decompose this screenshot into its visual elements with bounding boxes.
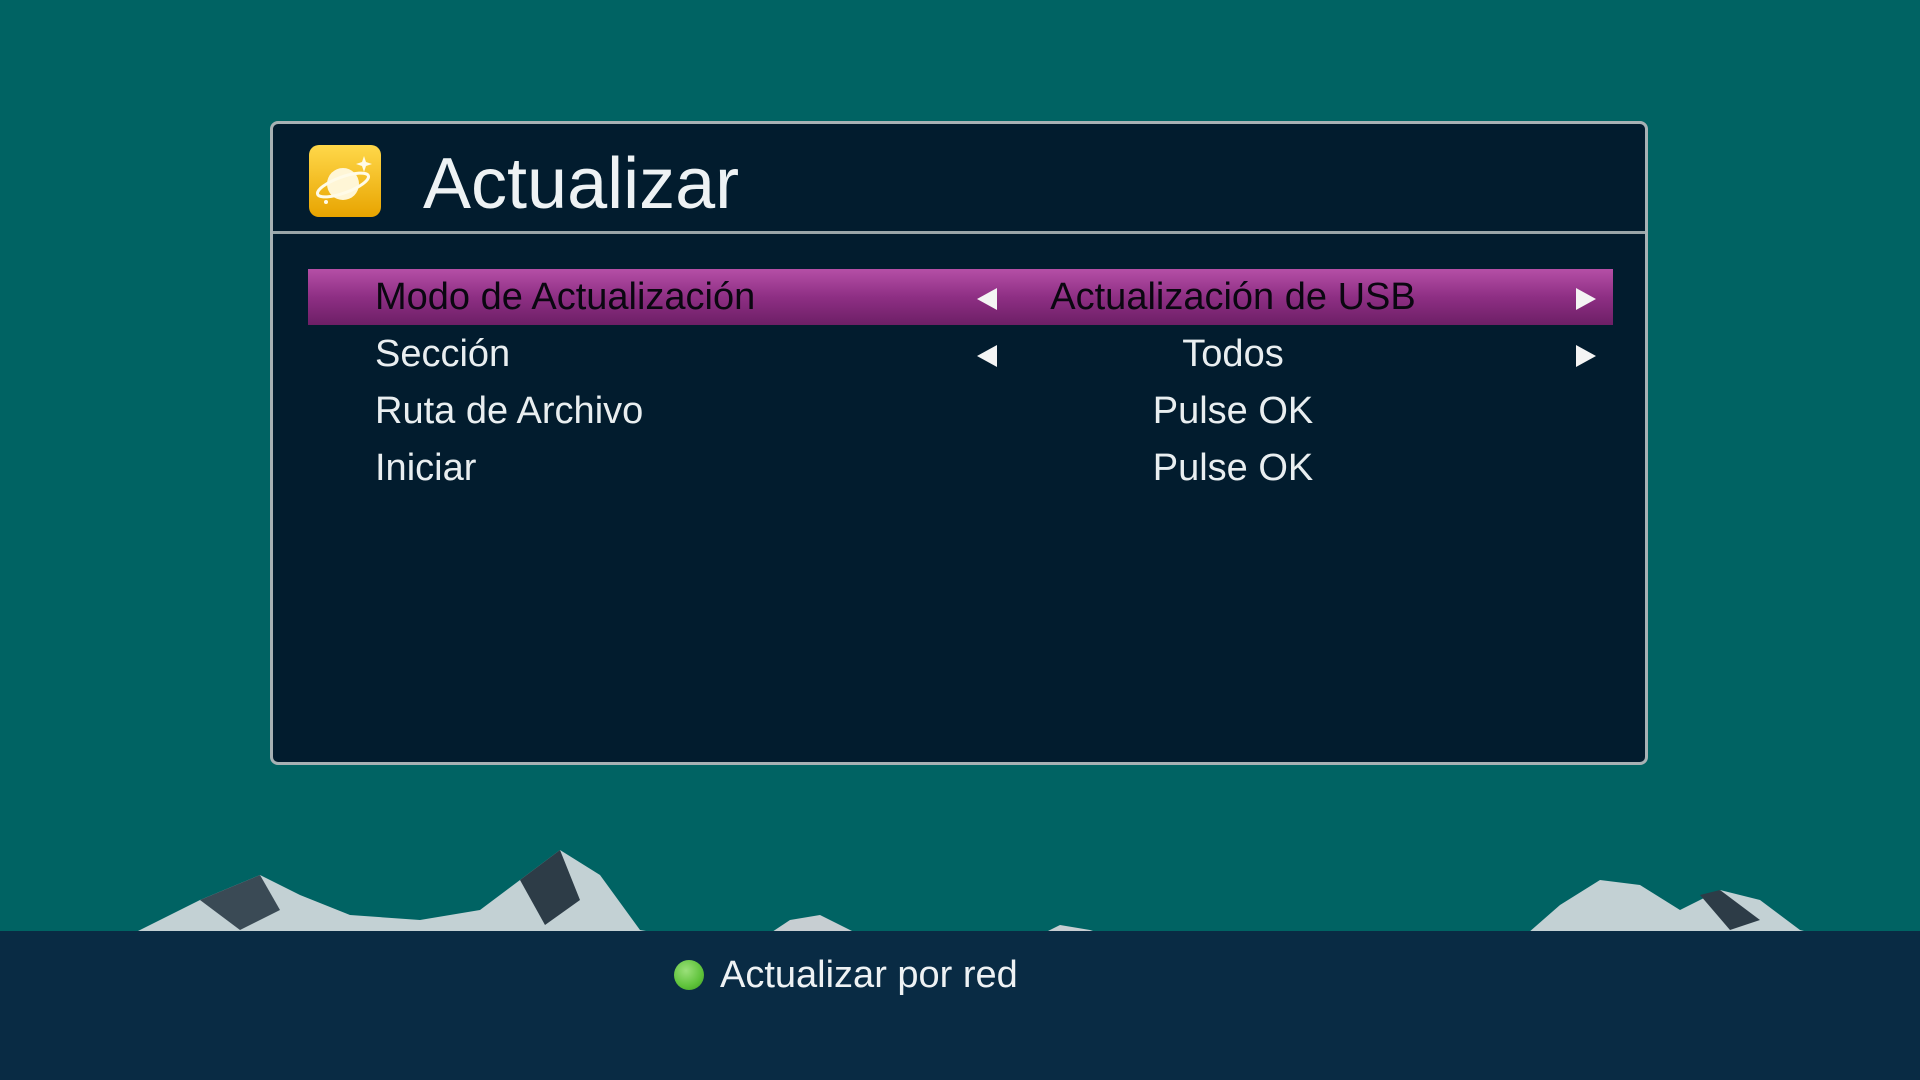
planet-icon (309, 145, 381, 217)
panel-header: Actualizar (273, 124, 1645, 234)
arrow-left-icon[interactable] (977, 288, 997, 310)
menu-item-file-path[interactable]: Ruta de Archivo Pulse OK (308, 383, 1613, 439)
menu-item-value: Todos (1182, 333, 1284, 375)
settings-menu: Modo de Actualización Actualización de U… (308, 269, 1613, 496)
footer-hint-label: Actualizar por red (720, 953, 1018, 996)
footer-bar: Actualizar por red (0, 931, 1920, 1080)
menu-item-value: Pulse OK (1152, 447, 1314, 489)
network-update-hint[interactable]: Actualizar por red (674, 945, 1018, 1005)
menu-item-label: Modo de Actualización (375, 276, 756, 318)
menu-item-label: Iniciar (375, 447, 477, 489)
arrow-right-icon[interactable] (1576, 345, 1596, 367)
menu-item-update-mode[interactable]: Modo de Actualización Actualización de U… (308, 269, 1613, 325)
menu-item-label: Ruta de Archivo (375, 390, 644, 432)
menu-item-label: Sección (375, 333, 511, 375)
mountains-background (120, 850, 1840, 940)
update-panel: Actualizar Modo de Actualización Actuali… (270, 121, 1648, 765)
arrow-right-icon[interactable] (1576, 288, 1596, 310)
menu-item-start[interactable]: Iniciar Pulse OK (308, 440, 1613, 496)
menu-item-section[interactable]: Sección Todos (308, 326, 1613, 382)
arrow-left-icon[interactable] (977, 345, 997, 367)
menu-item-value: Pulse OK (1152, 390, 1314, 432)
menu-item-value: Actualización de USB (1050, 276, 1416, 318)
page-title: Actualizar (423, 144, 740, 224)
green-button-icon (674, 960, 704, 990)
